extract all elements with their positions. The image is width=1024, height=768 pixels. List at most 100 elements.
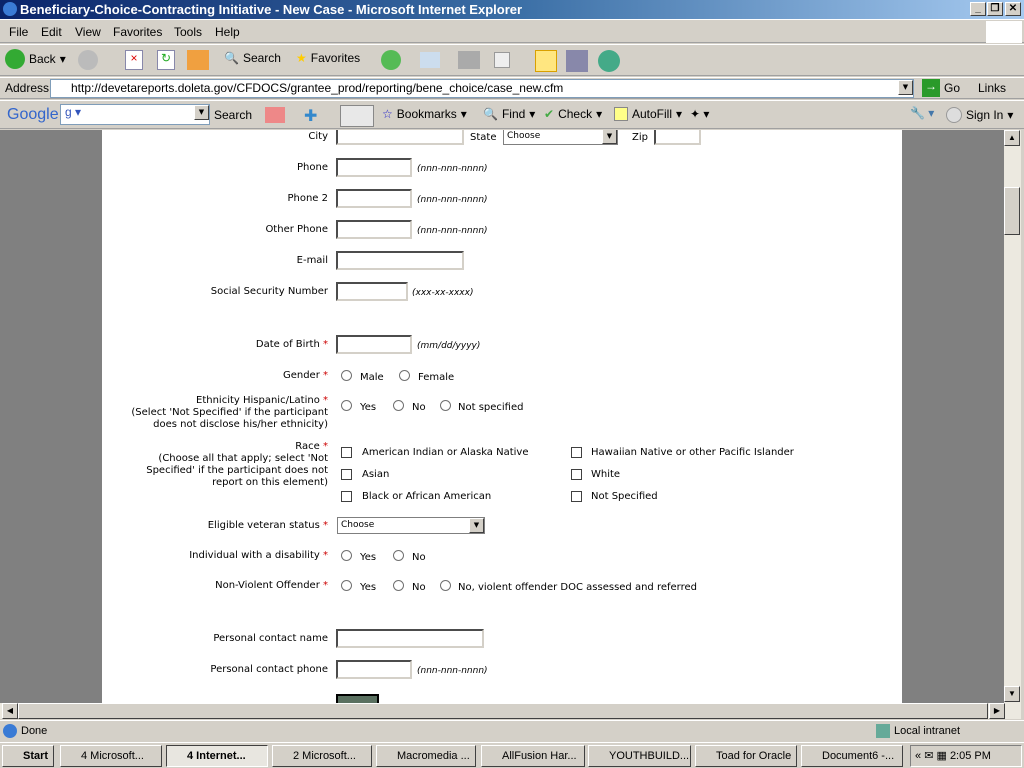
offender-yes-radio[interactable] (341, 580, 352, 591)
contact-phone-input[interactable] (336, 660, 412, 679)
ethnicity-yes-radio[interactable] (341, 400, 352, 411)
phone-input[interactable] (336, 158, 412, 177)
horizontal-scrollbar[interactable]: ◀ ▶ (0, 703, 1021, 719)
restore-button[interactable]: ❐ (987, 2, 1003, 16)
search-button[interactable]: 🔍 Search (224, 51, 281, 65)
dob-input[interactable] (336, 335, 412, 354)
messenger-icon[interactable] (598, 50, 620, 72)
menu-favorites[interactable]: Favorites (113, 25, 162, 39)
sign-in-button[interactable]: Sign In ▾ (946, 107, 1013, 123)
google-search-input[interactable]: g ▾ ▼ (60, 104, 210, 125)
standard-toolbar: Back ▾ × ↻ 🔍 Search ★ Favorites (0, 44, 1024, 76)
menu-help[interactable]: Help (215, 25, 240, 39)
ethnicity-no-radio[interactable] (393, 400, 404, 411)
google-toolbar: Google g ▾ ▼ Search ✚ ☆ Bookmarks ▾ 🔍 Find … (0, 100, 1024, 129)
ethnicity-not-specified-radio[interactable] (440, 400, 451, 411)
favorites-button[interactable]: ★ Favorites (296, 51, 360, 65)
mail-icon[interactable] (420, 52, 440, 68)
popup-blocker-icon[interactable] (265, 107, 285, 123)
gender-male-radio[interactable] (341, 370, 352, 381)
phone-label: Phone (297, 162, 328, 173)
note-icon[interactable] (535, 50, 557, 72)
scroll-right-button[interactable]: ▶ (989, 703, 1005, 719)
offender-violent-radio[interactable] (440, 580, 451, 591)
google-logo: Google (7, 106, 59, 123)
network-tray-icon[interactable]: ▦ (936, 750, 946, 762)
zip-input[interactable] (654, 130, 701, 145)
veteran-select[interactable]: Choose ▼ (337, 517, 485, 534)
back-button[interactable]: Back ▾ (5, 49, 66, 69)
vertical-scrollbar[interactable]: ▲ ▼ (1004, 130, 1021, 703)
display-icon[interactable] (340, 105, 374, 127)
check-button[interactable]: ✔ Check ▾ (544, 107, 602, 121)
menu-view[interactable]: View (75, 25, 101, 39)
contact-name-input[interactable] (336, 629, 484, 648)
city-input[interactable] (336, 130, 464, 145)
links-button[interactable]: Links (978, 81, 1006, 95)
menu-edit[interactable]: Edit (41, 25, 62, 39)
menu-file[interactable]: File (9, 25, 28, 39)
mail-tray-icon[interactable]: ✉ (924, 750, 933, 762)
race-not-specified-checkbox[interactable] (571, 491, 582, 502)
taskbar-item[interactable]: YOUTHBUILD... (588, 745, 691, 767)
address-dropdown[interactable]: ▼ (898, 80, 913, 95)
email-input[interactable] (336, 251, 464, 270)
race-white-checkbox[interactable] (571, 469, 582, 480)
disability-yes-radio[interactable] (341, 550, 352, 561)
scroll-left-button[interactable]: ◀ (2, 703, 18, 719)
taskbar-item[interactable]: AllFusion Har... (481, 745, 585, 767)
scroll-thumb[interactable] (1004, 187, 1020, 235)
plus-icon[interactable]: ✚ (304, 106, 317, 126)
bookmark-star-icon: ☆ (382, 107, 393, 121)
phone2-input[interactable] (336, 189, 412, 208)
taskbar-item[interactable]: Toad for Oracle (695, 745, 797, 767)
google-search-button[interactable]: Search (214, 108, 252, 122)
home-icon[interactable] (187, 50, 209, 70)
disability-no-radio[interactable] (393, 550, 404, 561)
wrench-icon[interactable]: 🔧 ▾ (910, 106, 934, 120)
forward-icon[interactable] (78, 50, 98, 70)
horizontal-scroll-thumb[interactable] (18, 703, 988, 719)
race-hawaiian-checkbox[interactable] (571, 447, 582, 458)
research-icon[interactable] (566, 50, 588, 72)
favorites-label: Favorites (310, 51, 361, 65)
taskbar-label: Document6 -... (822, 750, 895, 762)
history-icon[interactable] (381, 50, 401, 70)
other-phone-input[interactable] (336, 220, 412, 239)
gender-female-radio[interactable] (399, 370, 410, 381)
yes-label: Yes (360, 582, 377, 593)
taskbar-item[interactable]: 4 Microsoft... (60, 745, 162, 767)
taskbar-item[interactable]: 2 Microsoft... (272, 745, 372, 767)
taskbar-item[interactable]: Macromedia ... (376, 745, 476, 767)
race-black-checkbox[interactable] (341, 491, 352, 502)
go-button[interactable]: → Go (922, 79, 960, 97)
state-select[interactable]: Choose ▼ (503, 130, 618, 145)
submit-button[interactable] (336, 694, 379, 703)
stop-icon[interactable]: × (125, 50, 143, 70)
clock: 2:05 PM (949, 750, 991, 762)
refresh-icon[interactable]: ↻ (157, 50, 175, 70)
menu-tools[interactable]: Tools (174, 25, 202, 39)
required-marker: * (323, 370, 328, 381)
race-asian-checkbox[interactable] (341, 469, 352, 480)
race-american-indian-checkbox[interactable] (341, 447, 352, 458)
taskbar-item-active[interactable]: 4 Internet... (166, 745, 268, 767)
scroll-up-button[interactable]: ▲ (1004, 130, 1020, 146)
taskbar-item[interactable]: Document6 -... (801, 745, 903, 767)
check-label: Check (558, 107, 593, 121)
offender-no-radio[interactable] (393, 580, 404, 591)
ssn-input[interactable] (336, 282, 408, 301)
close-button[interactable]: ✕ (1005, 2, 1021, 16)
wand-icon[interactable]: ✦ ▾ (690, 107, 709, 121)
start-button[interactable]: Start (2, 745, 54, 767)
edit-word-icon[interactable] (494, 52, 510, 68)
autofill-button[interactable]: AutoFill ▾ (614, 107, 682, 121)
window-title: Beneficiary-Choice-Contracting Initiativ… (20, 2, 523, 17)
minimize-button[interactable]: _ (970, 2, 986, 16)
tray-expand-icon[interactable]: « (915, 750, 921, 762)
print-icon[interactable] (458, 51, 480, 69)
address-input[interactable]: http://devetareports.doleta.gov/CFDOCS/g… (50, 79, 914, 98)
find-button[interactable]: 🔍 Find ▾ (483, 107, 535, 121)
scroll-down-button[interactable]: ▼ (1004, 686, 1020, 702)
bookmarks-button[interactable]: ☆ Bookmarks ▾ (382, 107, 467, 121)
